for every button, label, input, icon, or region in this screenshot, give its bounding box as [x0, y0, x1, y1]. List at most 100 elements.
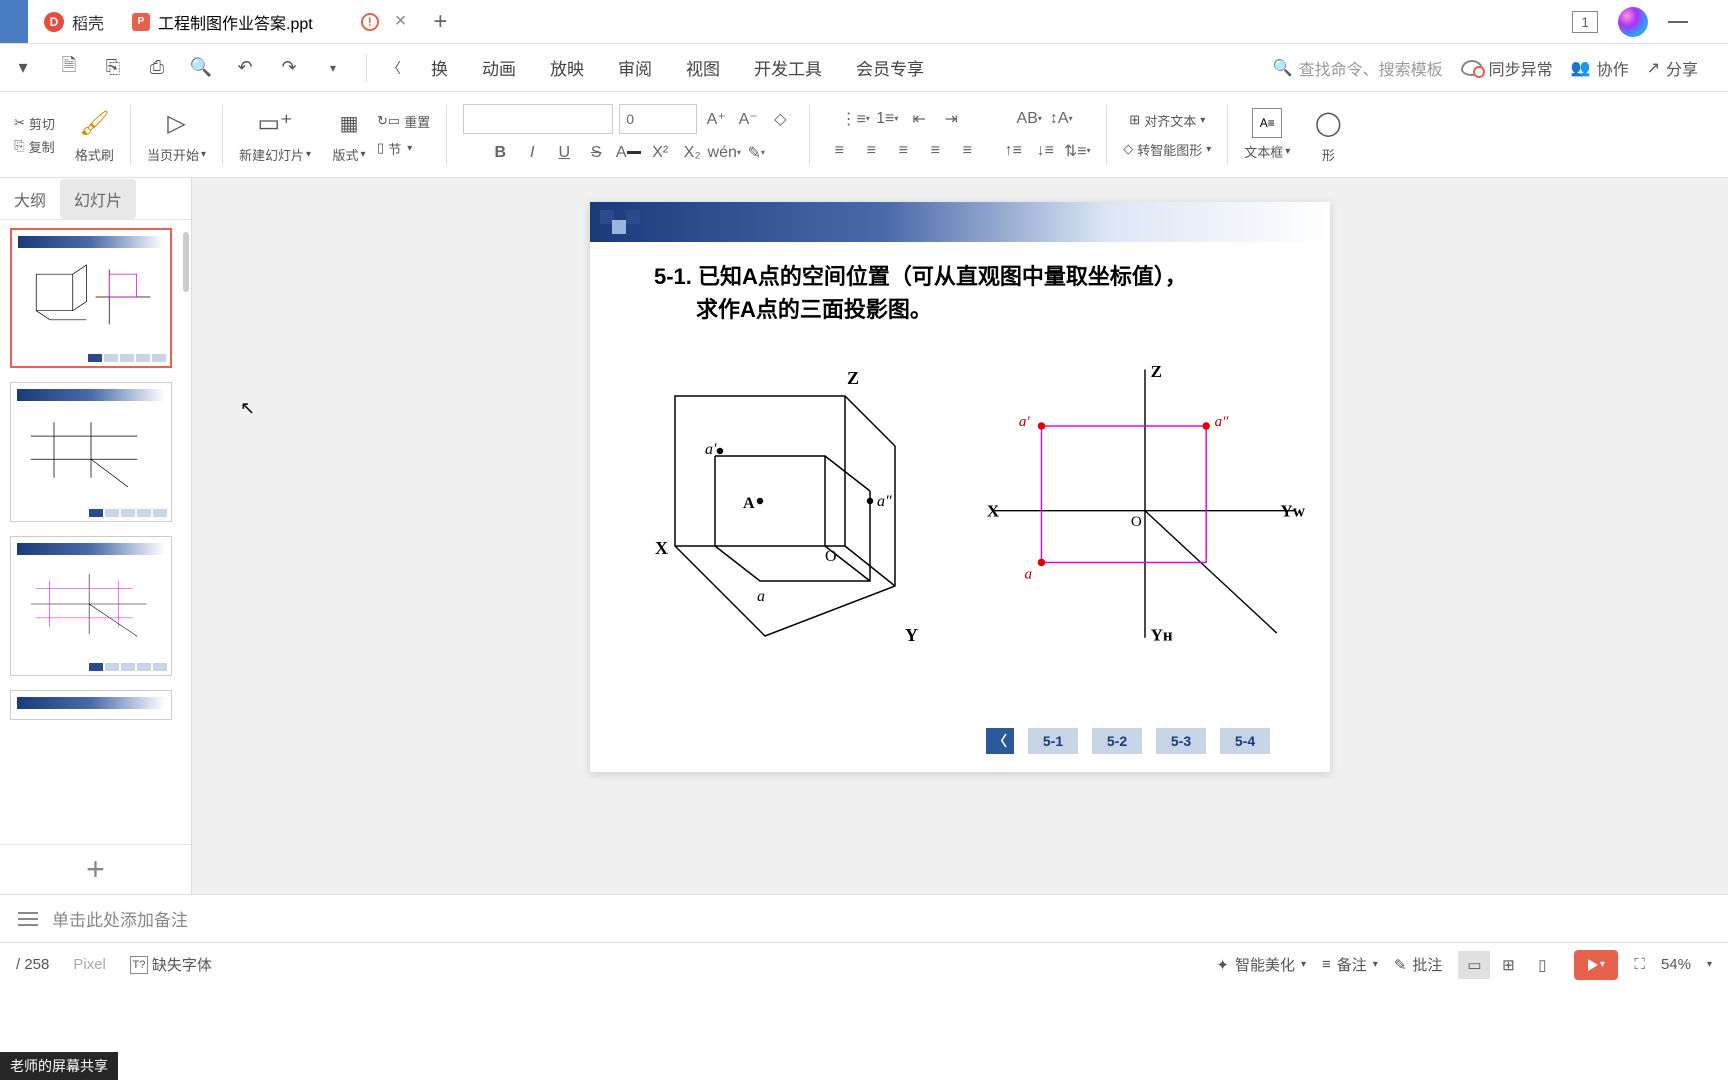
ribbon-new-slide[interactable]: ▭⁺ 新建幻灯片▾	[231, 105, 319, 164]
normal-view-icon[interactable]: ▭	[1458, 951, 1490, 979]
share-button[interactable]: ↗ 分享	[1647, 56, 1698, 80]
menu-dropdown-icon[interactable]: ▾	[4, 49, 42, 87]
menu-tab-switch[interactable]: 换	[415, 44, 464, 92]
superscript-icon[interactable]: X²	[647, 140, 673, 166]
ribbon-layout[interactable]: ▦ 版式▾	[331, 105, 367, 164]
menu-tab-view[interactable]: 视图	[670, 44, 736, 92]
cut-button[interactable]: ✂剪切	[14, 114, 55, 133]
highlight-icon[interactable]: ✎▾	[743, 140, 769, 166]
strike-icon[interactable]: S	[583, 140, 609, 166]
reading-view-icon[interactable]: ▯	[1526, 951, 1558, 979]
bullets-icon[interactable]: ⋮≡▾	[842, 106, 868, 132]
slide-canvas[interactable]: 5-1. 已知A点的空间位置（可从直观图中量取坐标值）， 求作A点的三面投影图。	[590, 202, 1330, 772]
font-size-select[interactable]	[619, 104, 697, 134]
ppt-file-icon: P	[132, 13, 150, 31]
thumbnail-4[interactable]	[10, 690, 172, 720]
menu-separator	[366, 54, 367, 82]
nav-button-5-2[interactable]: 5-2	[1092, 728, 1142, 754]
user-avatar[interactable]	[1618, 7, 1648, 37]
ribbon-play-from[interactable]: ▷ 当页开始▾	[139, 105, 214, 164]
ribbon-shapes[interactable]: ◯ 形	[1302, 105, 1354, 164]
thumbnail-1[interactable]	[10, 228, 172, 368]
nav-button-5-1[interactable]: 5-1	[1028, 728, 1078, 754]
line-space-down-icon[interactable]: ↓≡	[1032, 138, 1058, 164]
tab-outline[interactable]: 大纲	[0, 179, 60, 219]
file-warning-icon[interactable]: !	[361, 13, 379, 31]
clear-format-icon[interactable]: ◇	[767, 106, 793, 132]
redo-icon[interactable]: ↷	[270, 49, 308, 87]
align-right-icon[interactable]: ≡	[890, 138, 916, 164]
subscript-icon[interactable]: X₂	[679, 140, 705, 166]
window-minimize-icon[interactable]	[1668, 21, 1688, 23]
file-tab[interactable]: P 工程制图作业答案.ppt ! ×	[120, 0, 418, 43]
new-tab-button[interactable]: +	[418, 0, 462, 43]
thumbnail-3[interactable]	[10, 536, 172, 676]
increase-indent-icon[interactable]: ⇥	[938, 106, 964, 132]
comments-button[interactable]: ✎批注	[1394, 954, 1443, 975]
menu-tab-animation[interactable]: 动画	[466, 44, 532, 92]
menu-tab-slideshow[interactable]: 放映	[534, 44, 600, 92]
font-family-select[interactable]	[463, 104, 613, 134]
nav-back-button[interactable]: 〈	[986, 728, 1014, 754]
distribute-icon[interactable]: ≡	[954, 138, 980, 164]
decrease-font-icon[interactable]: A⁻	[735, 106, 761, 132]
notes-bar[interactable]: 单击此处添加备注	[0, 894, 1728, 942]
tab-count[interactable]: 1	[1572, 11, 1598, 33]
sync-status[interactable]: 同步异常	[1461, 56, 1553, 80]
menu-tab-review[interactable]: 审阅	[602, 44, 668, 92]
italic-icon[interactable]: I	[519, 140, 545, 166]
missing-font-button[interactable]: T? 缺失字体	[130, 954, 212, 975]
phonetic-icon[interactable]: wén▾	[711, 140, 737, 166]
thumbnails-list[interactable]	[0, 220, 191, 844]
line-space-up-icon[interactable]: ↑≡	[1000, 138, 1026, 164]
add-slide-button[interactable]: +	[0, 844, 191, 894]
align-left-icon[interactable]: ≡	[826, 138, 852, 164]
slide-editor[interactable]: ↖ 5-1. 已知A点的空间位置（可从直观图中量取坐标值）， 求作A点的三面投影…	[192, 178, 1728, 894]
undo-icon[interactable]: ↶	[226, 49, 264, 87]
sorter-view-icon[interactable]: ⊞	[1492, 951, 1524, 979]
collab-button[interactable]: 👥 协作	[1571, 56, 1629, 80]
menu-tab-devtools[interactable]: 开发工具	[738, 44, 838, 92]
align-center-icon[interactable]: ≡	[858, 138, 884, 164]
save-as-icon[interactable]: ⎘	[94, 49, 132, 87]
command-search[interactable]: 🔍 查找命令、搜索模板	[1273, 56, 1443, 80]
print-icon[interactable]: ⎙	[138, 49, 176, 87]
smart-beautify-button[interactable]: ✦智能美化▾	[1216, 954, 1306, 975]
zoom-dropdown-icon[interactable]: ▾	[1707, 959, 1712, 970]
reset-button[interactable]: ↻▭重置	[377, 112, 430, 131]
char-case-icon[interactable]: AB▾	[1016, 106, 1042, 132]
notes-toggle-button[interactable]: ≡备注▾	[1322, 954, 1378, 975]
svg-text:a′: a′	[705, 441, 717, 458]
docer-tab[interactable]: D 稻壳	[28, 0, 120, 43]
tab-slides[interactable]: 幻灯片	[60, 179, 136, 219]
increase-font-icon[interactable]: A⁺	[703, 106, 729, 132]
zoom-level[interactable]: 54%	[1661, 956, 1691, 973]
qa-more-icon[interactable]: ▾	[314, 49, 352, 87]
numbering-icon[interactable]: 1≡▾	[874, 106, 900, 132]
save-icon[interactable]: 🗎	[50, 49, 88, 87]
thumbnail-2[interactable]	[10, 382, 172, 522]
nav-button-5-3[interactable]: 5-3	[1156, 728, 1206, 754]
ribbon-textbox[interactable]: A≡ 文本框▾	[1236, 108, 1298, 161]
slideshow-button[interactable]: ▾	[1574, 950, 1618, 980]
menu-tab-vip[interactable]: 会员专享	[840, 44, 940, 92]
ribbon-format-painter[interactable]: 🖌 格式刷	[67, 105, 122, 164]
fit-button[interactable]: ⛶	[1634, 956, 1645, 973]
menu-back-icon[interactable]: 〈	[375, 49, 413, 87]
panel-scrollbar[interactable]	[183, 232, 189, 292]
bold-icon[interactable]: B	[487, 140, 513, 166]
close-tab-icon[interactable]: ×	[395, 10, 407, 33]
titlebar-accent	[0, 0, 28, 43]
line-spacing-icon[interactable]: ⇅≡▾	[1064, 138, 1090, 164]
underline-icon[interactable]: U	[551, 140, 577, 166]
text-direction-icon[interactable]: ↕A▾	[1048, 106, 1074, 132]
align-text-button[interactable]: ⊞对齐文本▾	[1129, 111, 1205, 130]
font-color-icon[interactable]: A	[615, 140, 641, 166]
copy-button[interactable]: ⎘复制	[14, 137, 54, 156]
convert-smart-button[interactable]: ◇转智能图形▾	[1123, 140, 1211, 159]
section-button[interactable]: ▯节▾	[377, 139, 430, 158]
print-preview-icon[interactable]: 🔍	[182, 49, 220, 87]
decrease-indent-icon[interactable]: ⇤	[906, 106, 932, 132]
align-justify-icon[interactable]: ≡	[922, 138, 948, 164]
nav-button-5-4[interactable]: 5-4	[1220, 728, 1270, 754]
